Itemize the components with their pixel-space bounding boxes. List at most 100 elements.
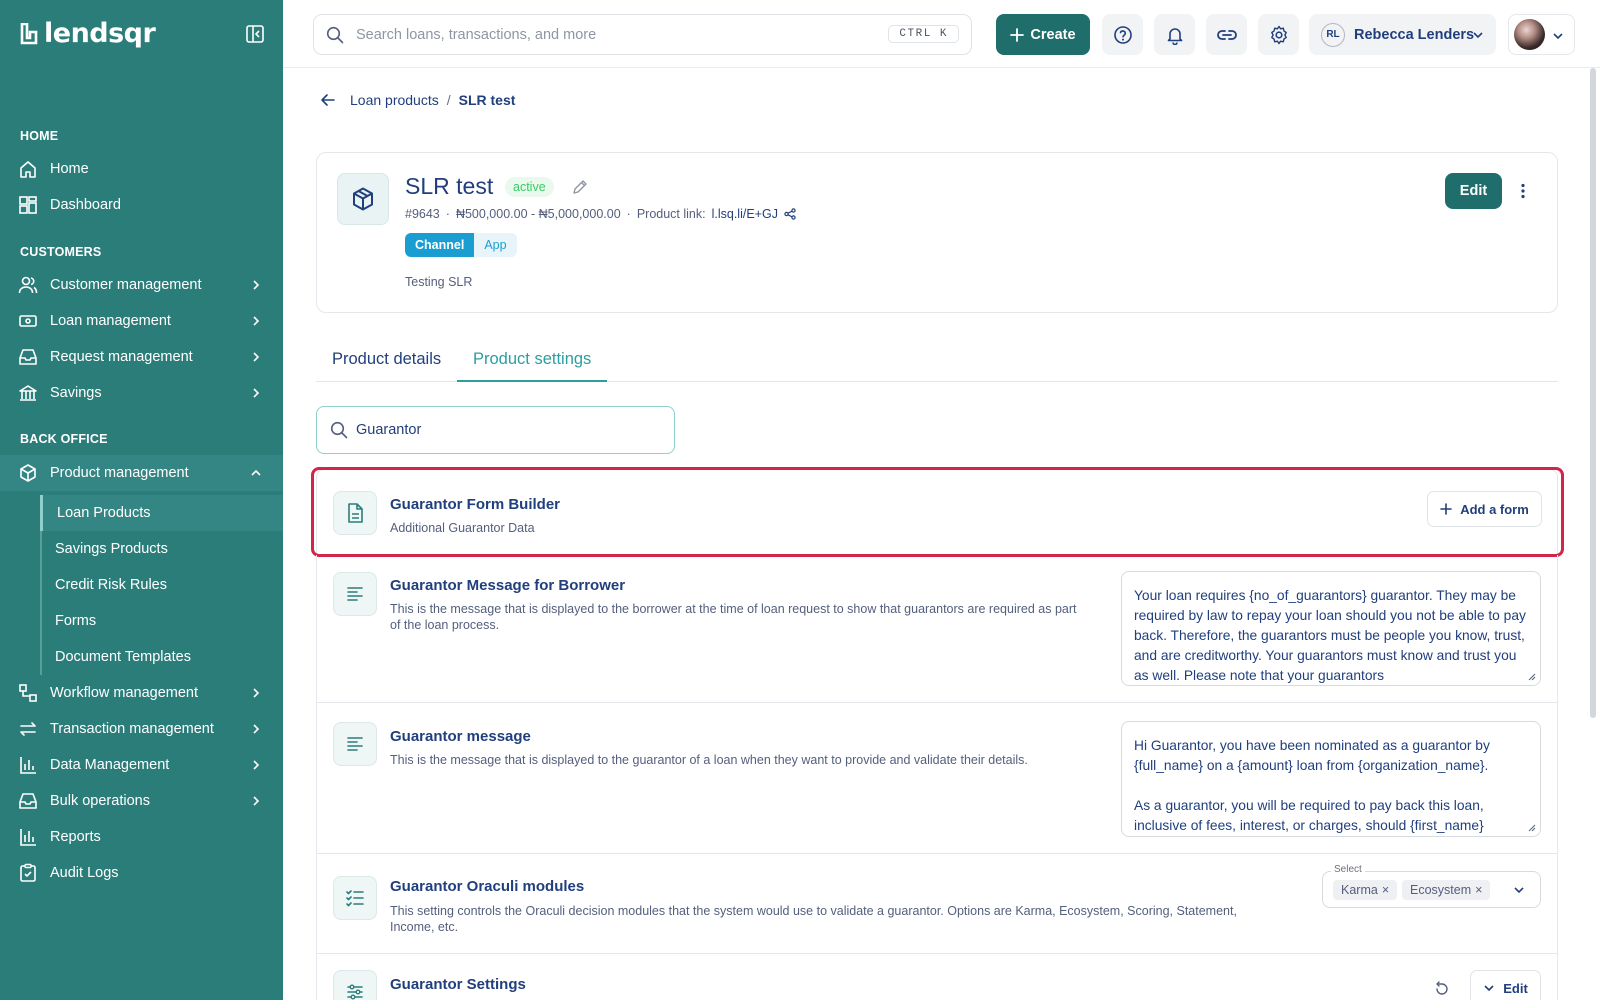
link-icon: [1216, 29, 1237, 40]
bell-icon: [1167, 27, 1182, 45]
edit-label: Edit: [1503, 980, 1528, 996]
keyboard-shortcut: CTRL K: [888, 25, 959, 43]
dashboard-icon: [18, 195, 38, 215]
home-icon: [18, 159, 38, 179]
box-icon: [18, 463, 38, 483]
links-button[interactable]: [1206, 14, 1247, 55]
sidebar-item-data-management[interactable]: Data Management: [0, 747, 283, 783]
sidebar-subitem-document-templates[interactable]: Document Templates: [42, 639, 285, 675]
sidebar-subitem-savings-products[interactable]: Savings Products: [42, 531, 285, 567]
avatar: [1514, 19, 1545, 50]
guarantor-message-textarea[interactable]: Hi Guarantor, you have been nominated as…: [1121, 721, 1541, 837]
setting-title: Guarantor message: [390, 728, 531, 745]
sidebar-item-label: Product management: [50, 465, 189, 481]
more-options-icon[interactable]: [1521, 183, 1525, 199]
tab-product-settings[interactable]: Product settings: [457, 350, 608, 382]
product-summary-card: SLR test active #9643 · ₦500,000.00 - ₦5…: [316, 152, 1558, 313]
product-description: Testing SLR: [405, 275, 473, 289]
users-icon: [18, 275, 38, 295]
sidebar-subitem-credit-risk-rules[interactable]: Credit Risk Rules: [42, 567, 285, 603]
breadcrumb: Loan products / SLR test: [320, 92, 515, 108]
settings-search-input[interactable]: Guarantor: [316, 406, 675, 454]
settings-button[interactable]: [1258, 14, 1299, 55]
sidebar-subitem-loan-products[interactable]: Loan Products: [40, 495, 283, 531]
sidebar-item-label: Customer management: [50, 277, 202, 293]
page-scrollbar[interactable]: [1590, 68, 1596, 718]
tag-remove-icon[interactable]: ×: [1475, 883, 1482, 897]
bank-icon: [18, 383, 38, 403]
textarea-value-line2: As a guarantor, you will be required to …: [1134, 798, 1484, 833]
product-tabs: Product details Product settings: [316, 337, 1558, 382]
product-management-submenu: Loan Products Savings Products Credit Ri…: [40, 495, 283, 675]
tag-label: Karma: [1341, 883, 1378, 897]
setting-description: This is the message that is displayed to…: [390, 602, 1077, 632]
sidebar-item-dashboard[interactable]: Dashboard: [0, 187, 283, 223]
sidebar-item-reports[interactable]: Reports: [0, 819, 283, 855]
sidebar-item-customer-management[interactable]: Customer management: [0, 267, 283, 303]
sidebar-item-request-management[interactable]: Request management: [0, 339, 283, 375]
search-placeholder: Search loans, transactions, and more: [356, 26, 597, 43]
breadcrumb-separator: /: [446, 92, 451, 108]
product-id: #9643: [405, 207, 440, 221]
resize-handle-icon[interactable]: [1528, 673, 1536, 681]
chevron-down-icon[interactable]: [1513, 884, 1525, 896]
section-back-office: BACK OFFICE: [20, 432, 108, 446]
sidebar: lendsqr HOME Home Dashboard CUSTOMERS Cu…: [0, 0, 283, 1000]
sidebar-subitem-forms[interactable]: Forms: [42, 603, 285, 639]
breadcrumb-loan-products[interactable]: Loan products: [350, 92, 439, 108]
sidebar-item-label: Workflow management: [50, 685, 199, 701]
brand-name: lendsqr: [44, 18, 156, 49]
section-home: HOME: [20, 129, 59, 143]
product-title: SLR test: [405, 173, 494, 199]
collapse-sidebar-icon[interactable]: [246, 25, 264, 43]
lendsqr-logo[interactable]: lendsqr: [20, 18, 156, 49]
sidebar-item-bulk-operations[interactable]: Bulk operations: [0, 783, 283, 819]
sidebar-item-label: Bulk operations: [50, 793, 150, 809]
sidebar-item-savings[interactable]: Savings: [0, 375, 283, 411]
product-amount-range: ₦500,000.00 - ₦5,000,000.00: [455, 207, 621, 221]
notifications-button[interactable]: [1154, 14, 1195, 55]
sidebar-item-workflow-management[interactable]: Workflow management: [0, 675, 283, 711]
tab-product-details[interactable]: Product details: [316, 350, 457, 382]
search-icon: [326, 26, 344, 44]
inbox-icon: [18, 347, 38, 367]
plus-icon: [1010, 27, 1025, 42]
tag-remove-icon[interactable]: ×: [1382, 883, 1389, 897]
edit-guarantor-settings-button[interactable]: Edit: [1470, 970, 1541, 1000]
sidebar-item-label: Request management: [50, 349, 193, 365]
pencil-icon[interactable]: [572, 179, 588, 195]
select-label: Select: [1331, 864, 1365, 875]
product-link[interactable]: l.lsq.li/E+GJ: [712, 207, 778, 221]
tag-karma: Karma ×: [1333, 880, 1398, 900]
chevron-down-icon: [1472, 29, 1484, 41]
sidebar-item-home[interactable]: Home: [0, 151, 283, 187]
chevron-right-icon: [249, 758, 263, 772]
lendsqr-logo-icon: [20, 22, 38, 44]
inbox-icon: [18, 791, 38, 811]
top-bar: Search loans, transactions, and more CTR…: [283, 0, 1600, 68]
sidebar-item-audit-logs[interactable]: Audit Logs: [0, 855, 283, 891]
global-search-input[interactable]: Search loans, transactions, and more CTR…: [313, 14, 972, 55]
chevron-right-icon: [249, 722, 263, 736]
channel-value: App: [474, 233, 517, 257]
user-menu[interactable]: RL Rebecca Lenders: [1309, 14, 1496, 55]
transfer-icon: [18, 719, 38, 739]
resize-handle-icon[interactable]: [1528, 824, 1536, 832]
highlight-box: [311, 467, 1564, 557]
sidebar-item-label: Transaction management: [50, 721, 214, 737]
share-icon[interactable]: [784, 208, 796, 220]
sidebar-item-transaction-management[interactable]: Transaction management: [0, 711, 283, 747]
guarantor-message-borrower-textarea[interactable]: Your loan requires {no_of_guarantors} gu…: [1121, 571, 1541, 686]
edit-product-button[interactable]: Edit: [1445, 173, 1502, 209]
help-button[interactable]: [1102, 14, 1143, 55]
create-button[interactable]: Create: [996, 14, 1090, 55]
product-link-label: Product link:: [636, 207, 706, 221]
back-arrow-icon[interactable]: [320, 92, 336, 108]
text-lines-icon: [333, 722, 377, 766]
sidebar-item-loan-management[interactable]: Loan management: [0, 303, 283, 339]
bar-chart-icon: [18, 755, 38, 775]
sidebar-item-product-management[interactable]: Product management: [0, 455, 283, 491]
sidebar-item-label: Data Management: [50, 757, 170, 773]
profile-menu[interactable]: [1508, 14, 1575, 55]
refresh-icon[interactable]: [1434, 981, 1450, 997]
